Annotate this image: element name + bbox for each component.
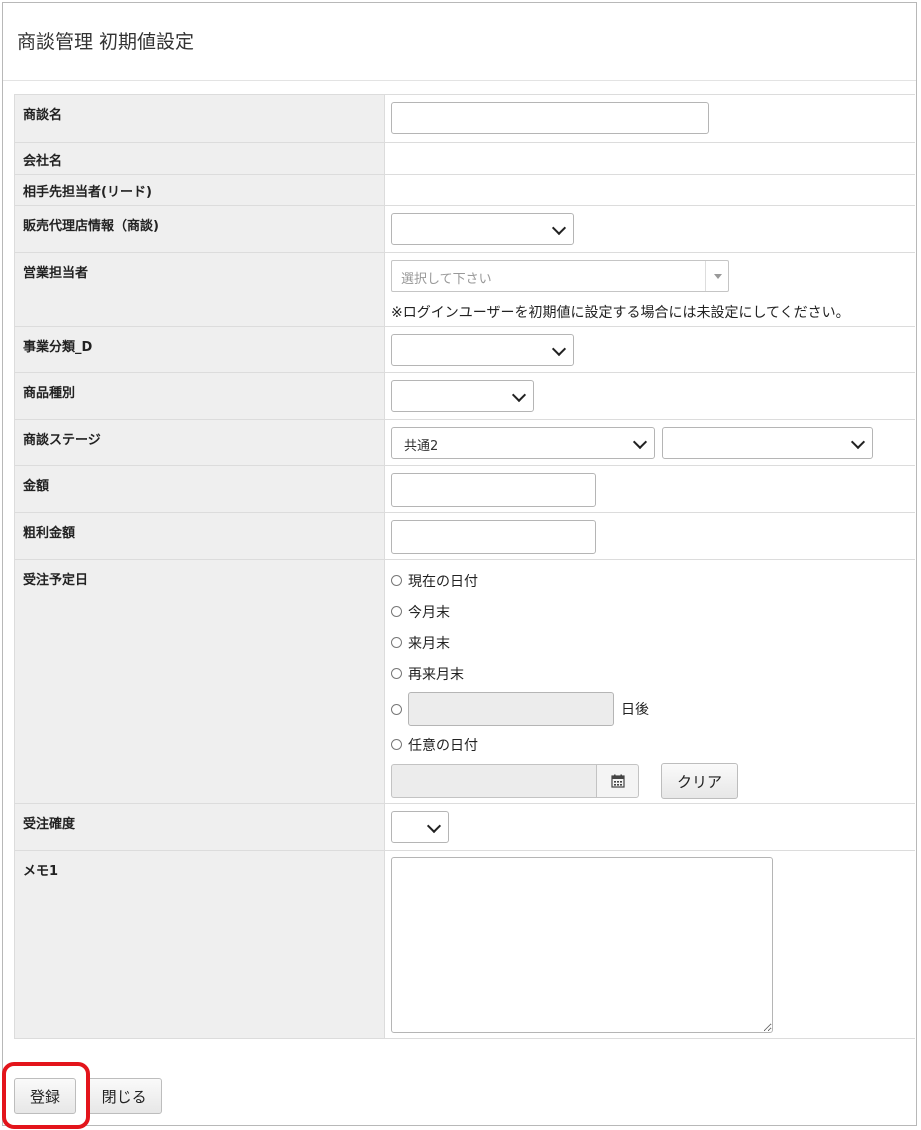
order-date-option-days-after[interactable]: 日後	[391, 689, 909, 729]
chevron-down-icon	[551, 341, 567, 357]
order-date-option-current[interactable]: 現在の日付	[391, 565, 909, 596]
radio-button[interactable]	[391, 739, 402, 750]
sales-rep-placeholder: 選択して下さい	[401, 272, 492, 287]
label-deal-name: 商談名	[14, 94, 385, 143]
clear-button[interactable]: クリア	[661, 763, 738, 799]
label-sales-rep: 営業担当者	[14, 252, 385, 327]
row-company-name: 会社名	[14, 142, 915, 175]
row-deal-name: 商談名	[14, 94, 915, 143]
row-product-type: 商品種別	[14, 372, 915, 420]
caret-down-icon[interactable]	[705, 261, 728, 291]
radio-button[interactable]	[391, 575, 402, 586]
row-order-date: 受注予定日 現在の日付 今月末 来月末 再来月末 日後 任意の日付 クリア	[14, 559, 915, 804]
row-agency-info: 販売代理店情報（商談)	[14, 205, 915, 253]
amount-input[interactable]	[391, 473, 596, 507]
any-date-picker-row: クリア	[391, 763, 909, 799]
row-deal-stage: 商談ステージ 共通2	[14, 419, 915, 466]
close-button[interactable]: 閉じる	[86, 1078, 163, 1114]
gross-profit-input[interactable]	[391, 520, 596, 554]
row-order-probability: 受注確度	[14, 803, 915, 851]
label-company-name: 会社名	[14, 142, 385, 175]
row-sales-rep: 営業担当者 選択して下さい ※ログインユーザーを初期値に設定する場合には未設定に…	[14, 252, 915, 327]
label-product-type: 商品種別	[14, 372, 385, 420]
calendar-icon	[610, 774, 625, 788]
deal-stage-select-secondary[interactable]	[662, 427, 874, 459]
contact-lead-value	[384, 174, 915, 206]
agency-info-select[interactable]	[391, 213, 574, 245]
order-date-option-next-month-end[interactable]: 来月末	[391, 627, 909, 658]
deal-stage-select-primary[interactable]: 共通2	[391, 427, 655, 459]
label-amount: 金額	[14, 465, 385, 513]
sales-rep-combobox[interactable]: 選択して下さい	[391, 260, 729, 292]
chevron-down-icon	[511, 387, 527, 403]
chevron-down-icon	[632, 434, 648, 450]
radio-button[interactable]	[391, 668, 402, 679]
label-order-date: 受注予定日	[14, 559, 385, 804]
row-business-category: 事業分類_D	[14, 326, 915, 373]
sales-rep-note: ※ログインユーザーを初期値に設定する場合には未設定にしてください。	[391, 305, 850, 321]
row-memo1: メモ1	[14, 850, 915, 1039]
label-agency-info: 販売代理店情報（商談)	[14, 205, 385, 253]
radio-button[interactable]	[391, 637, 402, 648]
date-picker	[391, 764, 639, 798]
order-date-option-any-date[interactable]: 任意の日付	[391, 729, 909, 760]
label-gross-profit: 粗利金額	[14, 512, 385, 560]
company-name-value	[384, 142, 915, 175]
radio-button[interactable]	[391, 606, 402, 617]
order-date-option-month-end[interactable]: 今月末	[391, 596, 909, 627]
chevron-down-icon	[426, 818, 442, 834]
order-probability-select[interactable]	[391, 811, 449, 843]
row-amount: 金額	[14, 465, 915, 513]
label-deal-stage: 商談ステージ	[14, 419, 385, 466]
row-gross-profit: 粗利金額	[14, 512, 915, 560]
business-category-select[interactable]	[391, 334, 574, 366]
label-business-category: 事業分類_D	[14, 326, 385, 373]
page-title: 商談管理 初期値設定	[17, 31, 195, 53]
memo1-textarea[interactable]	[391, 857, 773, 1033]
defaults-form-table: 商談名 会社名 相手先担当者(リード) 販売代理店情報（商談) 営業担当者 選択…	[14, 94, 915, 1039]
label-order-probability: 受注確度	[14, 803, 385, 851]
chevron-down-icon	[851, 434, 866, 450]
order-date-option-month-after-next-end[interactable]: 再来月末	[391, 658, 909, 689]
radio-button[interactable]	[391, 703, 402, 715]
chevron-down-icon	[551, 220, 567, 236]
label-memo1: メモ1	[14, 850, 385, 1039]
days-after-input[interactable]	[408, 692, 614, 726]
row-contact-lead: 相手先担当者(リード)	[14, 174, 915, 206]
page-header: 商談管理 初期値設定	[3, 3, 916, 81]
label-contact-lead: 相手先担当者(リード)	[14, 174, 385, 206]
deal-name-input[interactable]	[391, 102, 709, 134]
register-highlight-annotation	[2, 1062, 90, 1129]
calendar-button[interactable]	[596, 764, 639, 798]
product-type-select[interactable]	[391, 380, 534, 412]
days-after-suffix: 日後	[621, 702, 649, 718]
any-date-input[interactable]	[391, 764, 596, 798]
